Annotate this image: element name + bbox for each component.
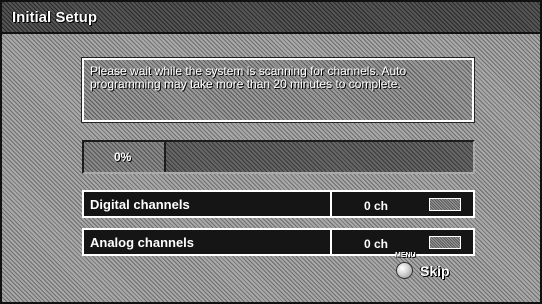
analog-channels-label: Analog channels	[90, 235, 195, 250]
title-bar: Initial Setup	[2, 2, 540, 34]
menu-key-caption: MENU	[395, 252, 416, 259]
scan-message-box: Please wait while the system is scanning…	[81, 57, 475, 123]
analog-signal-indicator	[429, 236, 461, 249]
digital-channels-count: 0 ch	[364, 199, 389, 213]
initial-setup-screen: Initial Setup Please wait while the syst…	[0, 0, 542, 304]
progress-percent: 0%	[114, 150, 132, 164]
scan-message: Please wait while the system is scanning…	[90, 64, 407, 91]
digital-signal-indicator	[429, 198, 461, 211]
digital-channels-row: Digital channels 0 ch	[82, 190, 475, 218]
page-title: Initial Setup	[12, 9, 98, 26]
skip-button[interactable]: MENU Skip	[395, 252, 465, 288]
row-divider	[330, 192, 332, 216]
analog-channels-count: 0 ch	[364, 237, 389, 251]
progress-label-box: 0%	[84, 142, 166, 172]
menu-button-icon[interactable]	[396, 262, 413, 279]
digital-channels-label: Digital channels	[90, 197, 190, 212]
skip-label[interactable]: Skip	[420, 263, 450, 279]
row-divider	[330, 230, 332, 254]
scan-progress-bar: 0%	[82, 140, 475, 174]
